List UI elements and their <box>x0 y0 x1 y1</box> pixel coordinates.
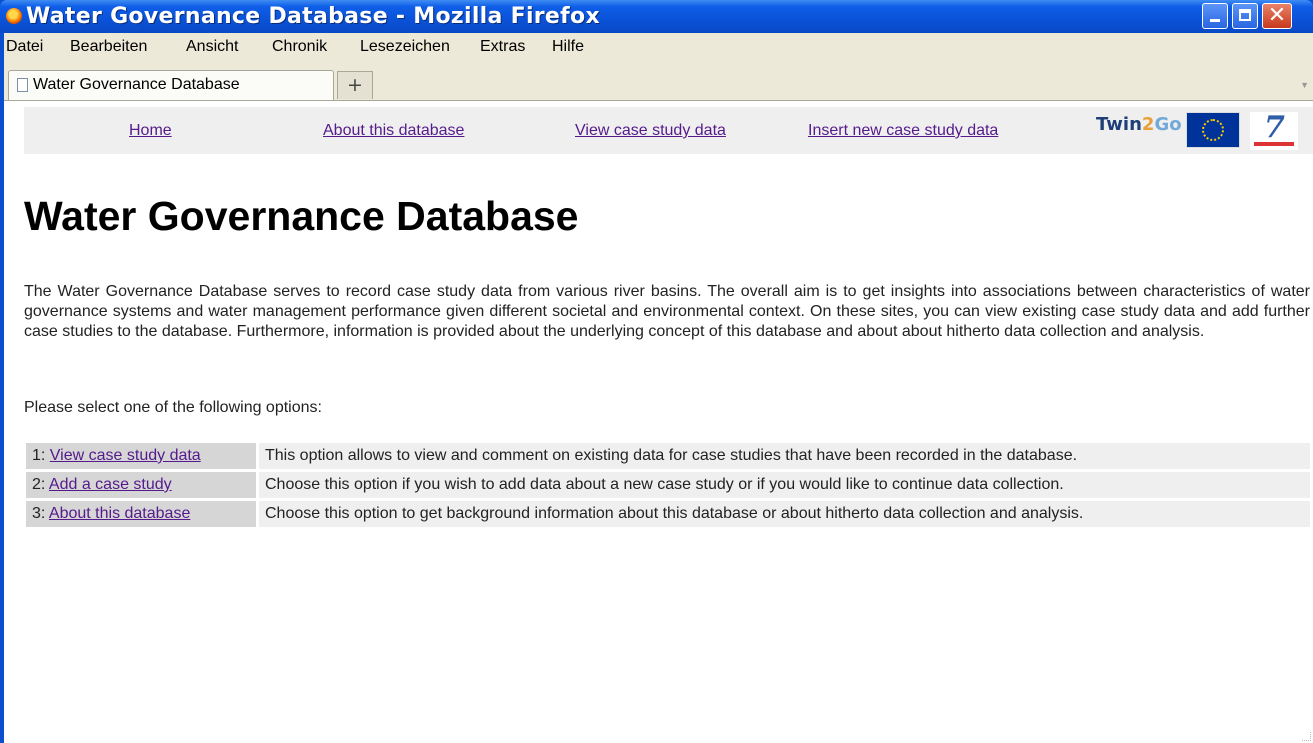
browser-client: Datei Bearbeiten Ansicht Chronik Lesezei… <box>4 33 1313 743</box>
minimize-icon <box>1210 19 1220 22</box>
title-bar[interactable]: Water Governance Database - Mozilla Fire… <box>0 0 1313 33</box>
page-content: Home About this database View case study… <box>4 101 1313 743</box>
menu-extras[interactable]: Extras <box>480 38 525 56</box>
option-row: 1: View case study data This option allo… <box>26 443 1310 469</box>
option-cell: 2: Add a case study <box>26 472 256 498</box>
maximize-icon <box>1239 9 1251 21</box>
fp7-logo: 7 <box>1250 110 1298 150</box>
menu-hilfe[interactable]: Hilfe <box>552 38 584 56</box>
option-view-link[interactable]: View case study data <box>50 447 201 464</box>
option-row: 3: About this database Choose this optio… <box>26 501 1310 527</box>
nav-home-link[interactable]: Home <box>129 122 172 140</box>
nav-about-link[interactable]: About this database <box>323 122 464 140</box>
browser-window: Water Governance Database - Mozilla Fire… <box>0 0 1313 743</box>
eu-stars-icon <box>1202 119 1224 141</box>
tab-water-governance[interactable]: Water Governance Database <box>8 70 334 100</box>
option-description: Choose this option if you wish to add da… <box>256 472 1310 498</box>
eu-flag-logo <box>1186 112 1240 148</box>
menu-bar: Datei Bearbeiten Ansicht Chronik Lesezei… <box>4 33 1313 62</box>
twin2go-logo: Twin2Go <box>1096 114 1182 135</box>
option-add-link[interactable]: Add a case study <box>49 476 172 493</box>
resize-grip-icon[interactable] <box>1302 732 1311 741</box>
options-prompt: Please select one of the following optio… <box>24 399 322 416</box>
nav-view-link[interactable]: View case study data <box>575 122 726 140</box>
minimize-button[interactable] <box>1202 3 1228 29</box>
option-row: 2: Add a case study Choose this option i… <box>26 472 1310 498</box>
page-title: Water Governance Database <box>24 193 579 239</box>
tab-strip: Water Governance Database + ▼ <box>4 70 1313 101</box>
maximize-button[interactable] <box>1232 3 1258 29</box>
nav-insert-link[interactable]: Insert new case study data <box>808 122 998 140</box>
menu-lesezeichen[interactable]: Lesezeichen <box>360 38 450 56</box>
menu-ansicht[interactable]: Ansicht <box>186 38 238 56</box>
option-cell: 3: About this database <box>26 501 256 527</box>
close-icon: ✕ <box>1267 3 1287 28</box>
tab-list-arrow-icon[interactable]: ▼ <box>1300 80 1309 90</box>
option-description: This option allows to view and comment o… <box>256 443 1310 469</box>
options-table: 1: View case study data This option allo… <box>26 440 1310 530</box>
site-nav: Home About this database View case study… <box>24 107 1313 154</box>
firefox-icon <box>6 8 22 24</box>
close-button[interactable]: ✕ <box>1262 3 1292 29</box>
menu-datei[interactable]: Datei <box>6 38 43 56</box>
fp7-icon: 7 <box>1264 110 1285 145</box>
menu-bearbeiten[interactable]: Bearbeiten <box>70 38 147 56</box>
option-about-link[interactable]: About this database <box>49 505 190 522</box>
window-title: Water Governance Database - Mozilla Fire… <box>26 4 600 29</box>
tab-label: Water Governance Database <box>33 76 240 93</box>
option-cell: 1: View case study data <box>26 443 256 469</box>
new-tab-button[interactable]: + <box>337 71 373 99</box>
option-description: Choose this option to get background inf… <box>256 501 1310 527</box>
page-icon <box>17 78 28 92</box>
intro-paragraph: The Water Governance Database serves to … <box>24 283 1310 340</box>
menu-chronik[interactable]: Chronik <box>272 38 327 56</box>
